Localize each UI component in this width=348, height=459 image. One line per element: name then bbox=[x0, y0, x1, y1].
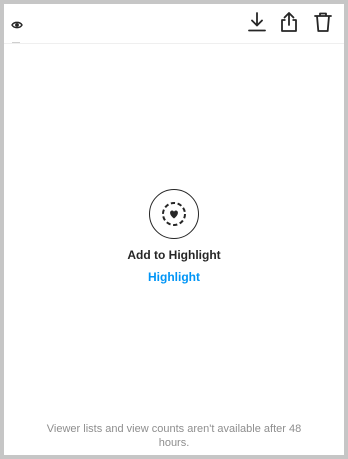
download-button[interactable] bbox=[244, 9, 270, 35]
highlight-heart-icon bbox=[162, 202, 186, 226]
delete-button[interactable] bbox=[310, 9, 336, 35]
share-button[interactable] bbox=[276, 9, 302, 35]
trash-icon bbox=[314, 12, 332, 32]
download-icon bbox=[248, 12, 266, 32]
eye-icon[interactable] bbox=[11, 17, 23, 29]
add-to-highlight-label: Add to Highlight bbox=[127, 248, 221, 262]
highlight-section: Add to Highlight Highlight bbox=[4, 189, 344, 285]
share-icon bbox=[281, 12, 297, 32]
highlight-link[interactable]: Highlight bbox=[148, 270, 200, 285]
top-toolbar bbox=[4, 4, 344, 44]
viewer-availability-note: Viewer lists and view counts aren't avai… bbox=[46, 423, 302, 449]
viewers-indicator bbox=[12, 42, 20, 43]
add-to-highlight-button[interactable] bbox=[149, 189, 199, 239]
story-panel: Add to Highlight Highlight Viewer lists … bbox=[4, 4, 344, 455]
